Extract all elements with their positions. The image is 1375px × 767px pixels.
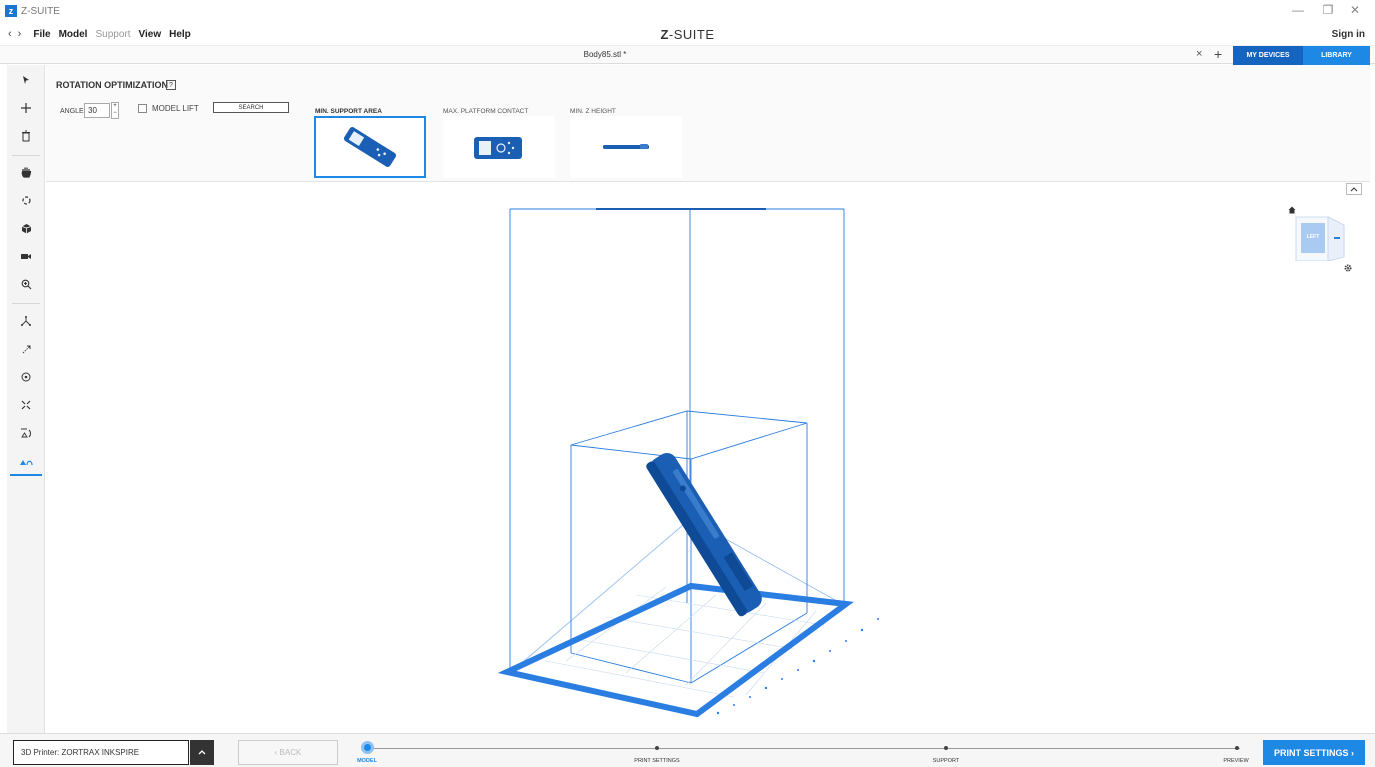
left-toolbar	[7, 65, 45, 733]
workflow-progress-line	[372, 748, 1240, 749]
view-cube-icon[interactable]	[10, 215, 42, 241]
menu-file[interactable]: File	[33, 29, 50, 40]
step-print-settings-marker[interactable]	[655, 746, 659, 750]
printer-selector[interactable]: 3D Printer: ZORTRAX INKSPIRE	[13, 740, 189, 765]
select-tool-icon[interactable]	[10, 67, 42, 93]
orbit-icon[interactable]	[10, 187, 42, 213]
menu-view[interactable]: View	[139, 29, 162, 40]
add-tab-button[interactable]: +	[1214, 46, 1222, 62]
library-button[interactable]: LIBRARY	[1303, 46, 1370, 65]
scale-icon[interactable]	[10, 336, 42, 362]
search-button[interactable]: SEARCH	[213, 102, 289, 113]
tab-bar: Body85.stl * × + MY DEVICES LIBRARY	[0, 45, 1375, 65]
step-model-marker[interactable]	[361, 741, 374, 754]
minimize-button[interactable]: —	[1283, 3, 1313, 17]
app-logo-icon: z	[5, 5, 17, 17]
platform-grid	[545, 586, 825, 698]
delete-icon[interactable]	[10, 123, 42, 149]
lay-flat-icon[interactable]	[10, 420, 42, 446]
back-button[interactable]: ‹ BACK	[238, 740, 338, 765]
menu-support[interactable]: Support	[95, 29, 130, 40]
bottom-bar: 3D Printer: ZORTRAX INKSPIRE ‹ BACK MODE…	[0, 733, 1375, 767]
menu-bar: ‹ › File Model Support View Help Z-SUITE…	[0, 24, 1375, 44]
move-icon[interactable]	[10, 308, 42, 334]
zoom-icon[interactable]	[10, 271, 42, 297]
panel-title: ROTATION OPTIMIZATION	[56, 80, 168, 90]
view-settings-gear-icon[interactable]	[1344, 259, 1352, 277]
option-label-min-z: MIN. Z HEIGHT	[570, 108, 616, 115]
angle-stepper[interactable]: + −	[111, 102, 119, 119]
step-label-model[interactable]: MODEL	[357, 758, 377, 764]
view-cube[interactable]: LEFT	[1294, 215, 1346, 262]
my-devices-button[interactable]: MY DEVICES	[1233, 46, 1303, 65]
model-lift-checkbox[interactable]	[138, 104, 147, 113]
window-title: Z-SUITE	[21, 5, 60, 17]
back-arrow-icon[interactable]: ‹	[8, 28, 12, 40]
model-lift-label: MODEL LIFT	[152, 104, 199, 113]
build-volume-wireframe	[509, 208, 845, 674]
step-preview-marker[interactable]	[1235, 746, 1239, 750]
angle-label: ANGLE	[60, 108, 84, 115]
rotation-optimization-panel: ROTATION OPTIMIZATION ? ANGLE 30 + − MODE…	[46, 65, 1370, 182]
rotate-icon[interactable]	[10, 364, 42, 390]
mirror-icon[interactable]	[10, 392, 42, 418]
build-platform	[497, 582, 854, 718]
print-volume-scene	[497, 208, 879, 718]
view-cube-face-label: LEFT	[1306, 234, 1320, 240]
3d-model	[646, 453, 762, 617]
option-card-max-contact[interactable]	[443, 116, 555, 178]
angle-input[interactable]: 30	[84, 103, 110, 118]
3d-viewport[interactable]: LEFT	[46, 183, 1370, 733]
close-window-button[interactable]: ✕	[1340, 3, 1370, 17]
option-label-max-contact: MAX. PLATFORM CONTACT	[443, 108, 529, 115]
restore-button[interactable]: ❐	[1313, 3, 1343, 17]
add-model-icon[interactable]	[10, 95, 42, 121]
option-label-min-support: MIN. SUPPORT AREA	[315, 108, 382, 115]
tab-file[interactable]: Body85.stl *	[0, 50, 1210, 59]
model-bounding-box	[570, 410, 808, 684]
menu-model[interactable]: Model	[59, 29, 88, 40]
step-support-marker[interactable]	[944, 746, 948, 750]
step-label-preview[interactable]: PREVIEW	[1223, 758, 1248, 764]
title-bar: z Z-SUITE — ❐ ✕	[0, 0, 1375, 22]
option-card-min-z[interactable]	[570, 116, 682, 178]
print-settings-button[interactable]: PRINT SETTINGS ›	[1263, 740, 1365, 765]
sign-in-link[interactable]: Sign in	[1332, 29, 1365, 40]
option-card-min-support[interactable]	[314, 116, 426, 178]
rotation-optimization-icon[interactable]	[10, 450, 42, 476]
pan-hand-icon[interactable]	[10, 159, 42, 185]
step-label-print-settings[interactable]: PRINT SETTINGS	[634, 758, 679, 764]
brand-logo: Z-SUITE	[660, 26, 715, 42]
help-icon[interactable]: ?	[166, 80, 176, 90]
chevron-up-icon[interactable]	[190, 740, 214, 765]
camera-icon[interactable]	[10, 243, 42, 269]
menu-help[interactable]: Help	[169, 29, 191, 40]
tab-close-icon[interactable]: ×	[1196, 48, 1202, 60]
step-label-support[interactable]: SUPPORT	[933, 758, 960, 764]
forward-arrow-icon[interactable]: ›	[18, 28, 22, 40]
